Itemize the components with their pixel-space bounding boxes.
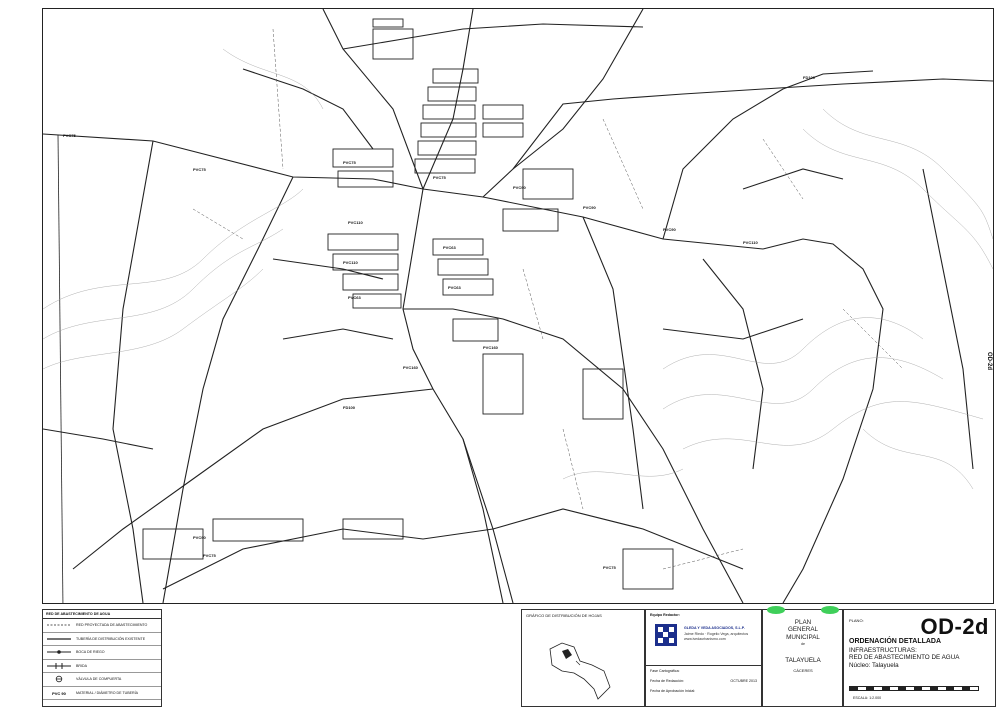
pipe-label: PVC110 [343,260,358,265]
drafting-date-label: Fecha de Redacción: [650,679,684,683]
plan-title-line: PLAN [794,619,812,626]
sheet-distribution-title: GRÁFICO DE DISTRIBUCIÓN DE HOJAS [526,613,602,618]
legend-symbol-icon [47,624,71,626]
legend-row: BOCA DE RIEGO [43,646,161,660]
side-sheet-code: OD-2d [986,352,992,370]
pipe-label: PVC75 [63,133,76,138]
team-label: Equipo Redactor: [650,613,680,617]
legend-symbol-icon [47,662,71,669]
scale-label: ESCALA: 1:2.000 [853,696,881,700]
approval-date-label: Fecha de Aprobación Inicial: [650,689,696,693]
legend-symbol-icon [55,676,63,683]
legend-row: VÁLVULA DE COMPUERTA [43,673,161,687]
phase-label: Fase Cartográfica: [650,669,680,673]
province-name: CÁCERES [793,668,813,673]
pipe-label: PVC63 [443,245,456,250]
legend-symbol-icon: PVC 90 [52,691,67,696]
scale-label-text: ESCALA: [853,696,869,700]
map-view[interactable]: PVC75 PVC75 PVC75 PVC75 PVC90 PVC90 PVC90 PVC11… [42,8,994,604]
pipe-label: PVC160 [403,365,419,370]
pipe-label: PVC90 [583,205,596,210]
legend-label: VÁLVULA DE COMPUERTA [76,677,122,682]
pipe-label: PVC75 [343,160,356,165]
pipe-label: FD100 [343,405,356,410]
legend-label: MATERIAL / DIÁMETRO DE TUBERÍA [76,690,139,695]
legend-row: TUBERÍA DE DISTRIBUCIÓN EXISTENTE [43,633,161,646]
plan-title-line: MUNICIPAL [786,633,820,641]
scale-value: 1:2.000 [869,696,882,700]
description-line: INFRAESTRUCTURAS: [849,647,917,654]
legend-row: PVC 90 MATERIAL / DIÁMETRO DE TUBERÍA [43,687,161,700]
pipe-label: PVC90 [513,185,526,190]
info-panel: Equipo Redactor: GLEDA Y VEDA ASOCIADOS,… [645,609,762,707]
legend-label: BRIDA [76,663,87,668]
pipe-label: PVC160 [483,345,499,350]
pipe-label: PVC75 [203,553,216,558]
pipe-label: PVC63 [448,285,461,290]
key-map [549,642,611,700]
pipe-label: PVC110 [348,220,363,225]
drafting-date-value: OCTUBRE 2013 [730,679,757,683]
legend-row: RED PROYECTADA DE ABASTECIMIENTO [43,619,161,633]
contour-lines [43,48,993,490]
green-badge [767,606,785,614]
company-web: www.ivedaurbanismo.com [684,637,726,641]
legend-symbol-icon [47,638,71,640]
street-network [43,9,993,603]
projected-network [192,28,904,570]
legend-row: BRIDA [43,660,161,673]
pipe-label: PVC63 [348,295,361,300]
legend-symbol-icon [47,650,71,655]
legend-title: RED DE ABASTECIMIENTO DE AGUA [43,610,161,619]
legend: RED DE ABASTECIMIENTO DE AGUA RED PROYEC… [42,609,162,707]
map-drawing: PVC75 PVC75 PVC75 PVC75 PVC90 PVC90 PVC90 PVC11… [43,9,993,603]
company-people: Jaime Riedo · Rogelio Vega, arquitectos [684,632,749,636]
pipe-label: PVC90 [193,535,206,540]
scale-bar [849,686,979,691]
company-logo [655,624,677,646]
pipe-label: PVC90 [663,227,676,232]
plano-label: PLANO: [849,618,864,623]
drawing-subtitle: ORDENACIÓN DETALLADA [849,638,942,645]
drawing-description: INFRAESTRUCTURAS: RED DE ABASTECIMIENTO … [849,647,959,669]
dates-block: Fase Cartográfica: Fecha de Redacción: O… [646,666,761,696]
green-badge [821,606,839,614]
pipe-label: PVC75 [603,565,616,570]
sheet-distribution-panel: GRÁFICO DE DISTRIBUCIÓN DE HOJAS [521,609,645,707]
pipe-label: PVC75 [433,175,446,180]
plan-title-block: PLAN GENERAL MUNICIPAL de TALAYUELA CÁCE… [762,606,844,707]
plan-connector: de [801,642,805,647]
pipe-label: PVC110 [743,240,758,245]
legend-label: TUBERÍA DE DISTRIBUCIÓN EXISTENTE [76,636,146,641]
plan-title: PLAN GENERAL MUNICIPAL de [763,619,843,649]
description-line: Núcleo: Talayuela [849,661,899,669]
legend-label: RED PROYECTADA DE ABASTECIMIENTO [76,623,148,628]
drawing-code: OD-2d [920,614,989,639]
description-line: RED DE ABASTECIMIENTO DE AGUA [849,654,960,662]
company-name: GLEDA Y VEDA ASOCIADOS, S.L.P. [684,626,745,630]
legend-symbol-text: PVC 90 [52,691,67,696]
drawing-cover-block: PLANO: OD-2d ORDENACIÓN DETALLADA INFRAE… [842,609,996,707]
pipe-label: FD100 [803,75,816,80]
team-block: Equipo Redactor: GLEDA Y VEDA ASOCIADOS,… [646,610,761,666]
pipe-label: PVC75 [193,167,206,172]
town-name: TALAYUELA [785,657,821,664]
town-blocks [142,18,674,590]
legend-label: BOCA DE RIEGO [76,650,105,655]
plan-title-line: GENERAL [787,626,819,634]
map-sheet: PVC75 PVC75 PVC75 PVC75 PVC90 PVC90 PVC90 PVC11… [0,0,1000,711]
